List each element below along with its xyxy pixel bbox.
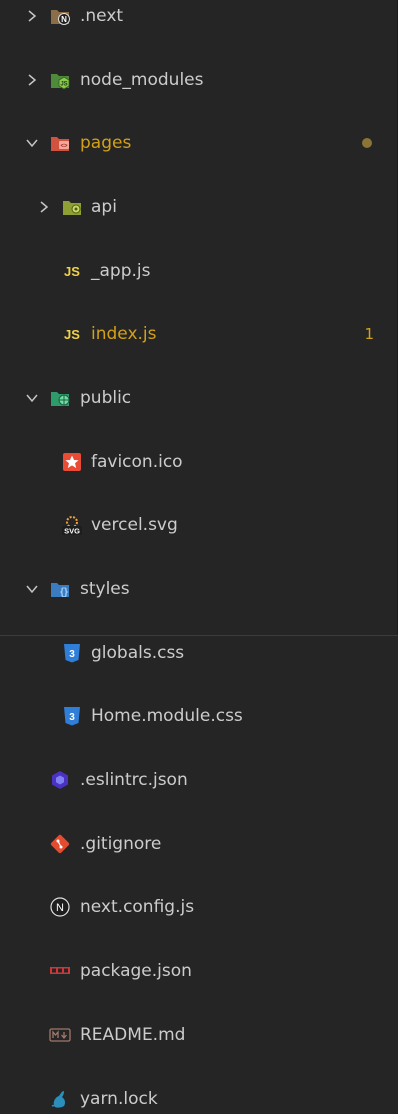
favicon-star-icon bbox=[61, 451, 83, 473]
modified-dot bbox=[362, 138, 372, 149]
chevron-right-icon[interactable] bbox=[37, 200, 51, 214]
tree-item-eslintrc[interactable]: .eslintrc.json bbox=[0, 764, 398, 796]
node-folder-icon: JS bbox=[49, 69, 71, 91]
tree-item-favicon[interactable]: favicon.ico bbox=[0, 446, 398, 478]
js-file-icon: JS bbox=[61, 260, 83, 282]
tree-item-readme[interactable]: README.md bbox=[0, 1019, 398, 1051]
tree-item-yarn-lock[interactable]: yarn.lock bbox=[0, 1083, 398, 1114]
next-folder-icon: N bbox=[49, 5, 71, 27]
svg-text:JS: JS bbox=[64, 264, 80, 279]
file-explorer: N .next JS node_modules <> pages api JS … bbox=[0, 0, 398, 1109]
chevron-down-icon[interactable] bbox=[25, 136, 39, 150]
svg-text:3: 3 bbox=[69, 712, 75, 723]
public-folder-icon bbox=[49, 387, 71, 409]
svg-text:SVG: SVG bbox=[64, 527, 80, 536]
tree-item-vercel-svg[interactable]: SVG vercel.svg bbox=[0, 510, 398, 542]
styles-folder-icon: {} bbox=[49, 578, 71, 600]
tree-item-label: .gitignore bbox=[80, 833, 162, 854]
tree-item-label: _app.js bbox=[91, 260, 151, 281]
svg-text:3: 3 bbox=[69, 649, 75, 660]
tree-item-app-js[interactable]: JS _app.js bbox=[0, 255, 398, 287]
tree-item-pages[interactable]: <> pages bbox=[0, 127, 398, 159]
tree-item-styles[interactable]: {} styles bbox=[0, 573, 398, 605]
tree-item-label: yarn.lock bbox=[80, 1088, 158, 1109]
tree-item-label: styles bbox=[80, 579, 130, 600]
svg-text:<>: <> bbox=[60, 144, 68, 150]
tree-item-index-js[interactable]: JS index.js 1 bbox=[0, 318, 398, 350]
tree-item-next-config[interactable]: N next.config.js bbox=[0, 892, 398, 924]
tree-item-label: .eslintrc.json bbox=[80, 770, 188, 791]
tree-item-api[interactable]: api bbox=[0, 191, 398, 223]
tree-item-label: package.json bbox=[80, 961, 192, 982]
svg-text:N: N bbox=[61, 15, 67, 24]
tree-item-label: .next bbox=[80, 5, 124, 26]
tree-item-next[interactable]: N .next bbox=[0, 0, 398, 32]
tree-item-label: globals.css bbox=[91, 642, 185, 663]
api-folder-icon bbox=[61, 196, 83, 218]
tree-item-label: api bbox=[91, 196, 117, 217]
css-file-icon: 3 bbox=[61, 705, 83, 727]
js-file-icon: JS bbox=[61, 323, 83, 345]
problem-count-badge: 1 bbox=[364, 325, 374, 344]
git-icon bbox=[49, 833, 71, 855]
tree-item-label: index.js bbox=[91, 324, 157, 345]
tree-item-gitignore[interactable]: .gitignore bbox=[0, 828, 398, 860]
chevron-down-icon[interactable] bbox=[25, 582, 39, 596]
svg-text:JS: JS bbox=[64, 327, 80, 342]
tree-item-label: Home.module.css bbox=[91, 706, 243, 727]
tree-item-label: README.md bbox=[80, 1024, 186, 1045]
tree-item-package-json[interactable]: package.json bbox=[0, 955, 398, 987]
tree-item-public[interactable]: public bbox=[0, 382, 398, 414]
markdown-icon bbox=[49, 1024, 71, 1046]
npm-icon bbox=[49, 960, 71, 982]
tree-item-label: next.config.js bbox=[80, 897, 195, 918]
tree-item-globals-css[interactable]: 3 globals.css bbox=[0, 637, 398, 669]
css-file-icon: 3 bbox=[61, 642, 83, 664]
svg-text:JS: JS bbox=[60, 81, 67, 87]
yarn-icon bbox=[49, 1088, 71, 1110]
chevron-down-icon[interactable] bbox=[25, 391, 39, 405]
chevron-right-icon[interactable] bbox=[25, 9, 39, 23]
tree-item-label: public bbox=[80, 387, 132, 408]
tree-item-label: node_modules bbox=[80, 69, 204, 90]
svg-file-icon: SVG bbox=[61, 514, 83, 536]
chevron-right-icon[interactable] bbox=[25, 73, 39, 87]
tree-item-label: pages bbox=[80, 133, 132, 154]
tree-item-home-module-css[interactable]: 3 Home.module.css bbox=[0, 701, 398, 733]
tree-item-label: vercel.svg bbox=[91, 515, 178, 536]
eslint-icon bbox=[49, 769, 71, 791]
next-icon: N bbox=[49, 896, 71, 918]
tree-item-label: favicon.ico bbox=[91, 451, 183, 472]
tree-item-node-modules[interactable]: JS node_modules bbox=[0, 64, 398, 96]
pages-folder-icon: <> bbox=[49, 132, 71, 154]
svg-text:N: N bbox=[56, 902, 64, 914]
svg-text:{}: {} bbox=[60, 587, 68, 598]
